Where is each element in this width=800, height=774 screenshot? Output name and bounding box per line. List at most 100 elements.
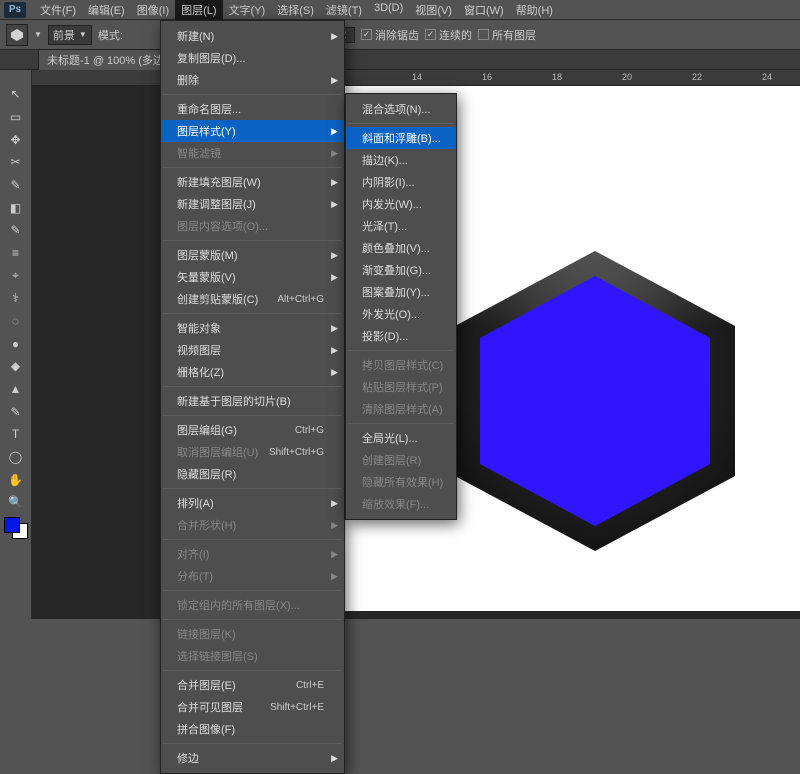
chevron-down-icon[interactable]: ▼	[34, 30, 42, 39]
menu-图像[interactable]: 图像(I)	[131, 0, 175, 20]
menu-item[interactable]: 复制图层(D)...	[161, 47, 344, 69]
menu-item[interactable]: 内发光(W)...	[346, 193, 456, 215]
tool-icon[interactable]: ✎	[5, 403, 27, 420]
tool-icon[interactable]: ✎	[5, 222, 27, 239]
menu-item: 缩放效果(F)...	[346, 493, 456, 515]
menu-文字[interactable]: 文字(Y)	[223, 0, 272, 20]
tool-icon[interactable]: T	[5, 426, 27, 443]
menu-item[interactable]: 渐变叠加(G)...	[346, 259, 456, 281]
menu-item[interactable]: 外发光(O)...	[346, 303, 456, 325]
menu-item[interactable]: 全局光(L)...	[346, 427, 456, 449]
menu-item[interactable]: 新建(N)▶	[161, 25, 344, 47]
menu-item[interactable]: 光泽(T)...	[346, 215, 456, 237]
tool-icon[interactable]: ◌	[5, 313, 27, 330]
menu-item[interactable]: 修边▶	[161, 747, 344, 769]
menu-item[interactable]: 图案叠加(Y)...	[346, 281, 456, 303]
tool-icon[interactable]: ◆	[5, 358, 27, 375]
menu-shortcut: Ctrl+G	[295, 425, 324, 436]
menu-item-label: 智能对象	[177, 320, 221, 336]
app-logo: Ps	[4, 2, 26, 18]
menu-item[interactable]: 投影(D)...	[346, 325, 456, 347]
menu-separator	[348, 350, 454, 351]
menu-item: 拷贝图层样式(C)	[346, 354, 456, 376]
menu-3d[interactable]: 3D(D)	[368, 0, 409, 20]
current-tool-icon[interactable]	[6, 24, 28, 46]
tool-icon[interactable]: ◯	[5, 449, 27, 466]
menu-item[interactable]: 内阴影(I)...	[346, 171, 456, 193]
tool-icon[interactable]: ▲	[5, 381, 27, 398]
tool-icon[interactable]: ✂	[5, 154, 27, 171]
menu-item-label: 内发光(W)...	[362, 196, 422, 212]
menu-item[interactable]: 创建剪贴蒙版(C)Alt+Ctrl+G	[161, 288, 344, 310]
menu-文件[interactable]: 文件(F)	[34, 0, 82, 20]
menu-item[interactable]: 拼合图像(F)	[161, 718, 344, 740]
menu-separator	[348, 123, 454, 124]
menu-item-label: 删除	[177, 72, 199, 88]
tool-icon[interactable]: ▭	[5, 109, 27, 126]
menu-item-label: 图层内容选项(O)...	[177, 218, 268, 234]
menu-item-label: 粘贴图层样式(P)	[362, 379, 443, 395]
menu-编辑[interactable]: 编辑(E)	[82, 0, 131, 20]
contiguous-checkbox[interactable]: ✓ 连续的	[425, 27, 472, 43]
menu-shortcut: Alt+Ctrl+G	[277, 294, 324, 305]
menu-item[interactable]: 图层样式(Y)▶	[161, 120, 344, 142]
tool-icon[interactable]: ✥	[5, 131, 27, 148]
menu-item[interactable]: 图层蒙版(M)▶	[161, 244, 344, 266]
menu-item[interactable]: 删除▶	[161, 69, 344, 91]
ruler-tick: 18	[552, 72, 562, 82]
submenu-arrow-icon: ▶	[331, 367, 338, 378]
menu-item[interactable]: 颜色叠加(V)...	[346, 237, 456, 259]
submenu-arrow-icon: ▶	[331, 753, 338, 764]
menu-item[interactable]: 视频图层▶	[161, 339, 344, 361]
menu-item[interactable]: 混合选项(N)...	[346, 98, 456, 120]
menu-item-label: 全局光(L)...	[362, 430, 418, 446]
menu-item[interactable]: 合并可见图层Shift+Ctrl+E	[161, 696, 344, 718]
menu-item[interactable]: 排列(A)▶	[161, 492, 344, 514]
check-icon: ✓	[425, 29, 436, 40]
ruler-tick: 22	[692, 72, 702, 82]
menu-item[interactable]: 重命名图层...	[161, 98, 344, 120]
menu-item[interactable]: 图层编组(G)Ctrl+G	[161, 419, 344, 441]
alllayers-checkbox[interactable]: 所有图层	[478, 27, 536, 43]
menu-item[interactable]: 隐藏图层(R)	[161, 463, 344, 485]
tool-icon[interactable]: ↖	[5, 86, 27, 103]
submenu-arrow-icon: ▶	[331, 126, 338, 137]
menu-item[interactable]: 矢量蒙版(V)▶	[161, 266, 344, 288]
submenu-arrow-icon: ▶	[331, 520, 338, 531]
menu-item[interactable]: 斜面和浮雕(B)...	[346, 127, 456, 149]
menu-选择[interactable]: 选择(S)	[271, 0, 320, 20]
fill-select[interactable]: 前景 ▼	[48, 25, 92, 45]
tool-icon[interactable]: ◧	[5, 199, 27, 216]
menu-separator	[163, 386, 342, 387]
submenu-arrow-icon: ▶	[331, 148, 338, 159]
submenu-arrow-icon: ▶	[331, 498, 338, 509]
menu-item[interactable]: 栅格化(Z)▶	[161, 361, 344, 383]
tool-icon[interactable]: ≡	[5, 245, 27, 262]
menu-帮助[interactable]: 帮助(H)	[510, 0, 559, 20]
menu-视图[interactable]: 视图(V)	[409, 0, 458, 20]
menu-item[interactable]: 新建填充图层(W)▶	[161, 171, 344, 193]
menu-item[interactable]: 合并图层(E)Ctrl+E	[161, 674, 344, 696]
menu-item-label: 对齐(I)	[177, 546, 209, 562]
tool-icon[interactable]: ⌖	[5, 267, 27, 284]
menu-separator	[163, 539, 342, 540]
tool-icon[interactable]: ✎	[5, 177, 27, 194]
menu-item[interactable]: 新建基于图层的切片(B)	[161, 390, 344, 412]
tool-icon[interactable]: ●	[5, 335, 27, 352]
menu-item-label: 缩放效果(F)...	[362, 496, 429, 512]
color-swatches[interactable]	[4, 517, 28, 539]
menu-滤镜[interactable]: 滤镜(T)	[320, 0, 368, 20]
menu-item-label: 描边(K)...	[362, 152, 408, 168]
menu-item[interactable]: 描边(K)...	[346, 149, 456, 171]
menu-item[interactable]: 新建调整图层(J)▶	[161, 193, 344, 215]
hexagon-shape[interactable]	[440, 246, 750, 556]
menu-item[interactable]: 智能对象 ▶	[161, 317, 344, 339]
antialias-checkbox[interactable]: ✓ 消除锯齿	[361, 27, 419, 43]
menu-图层[interactable]: 图层(L)	[175, 0, 222, 20]
fg-swatch[interactable]	[4, 517, 20, 533]
tool-icon[interactable]: 🔍	[5, 494, 27, 511]
menu-窗口[interactable]: 窗口(W)	[458, 0, 510, 20]
tool-icon[interactable]: ✋	[5, 471, 27, 488]
tool-icon[interactable]: ⚕	[5, 290, 27, 307]
submenu-arrow-icon: ▶	[331, 323, 338, 334]
